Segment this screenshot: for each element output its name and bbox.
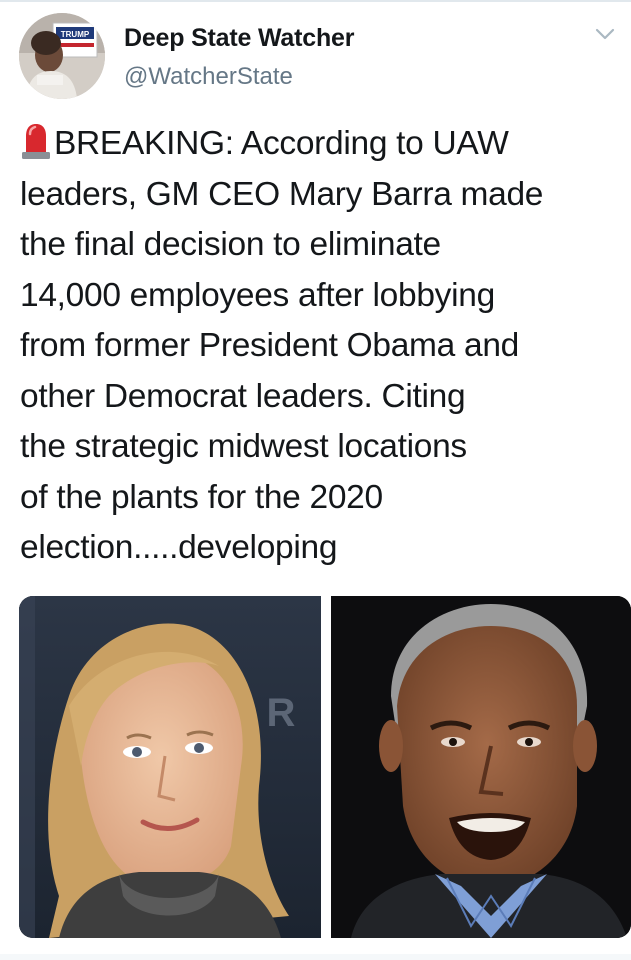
tweet-line: other Democrat leaders. Citing (20, 377, 466, 415)
tweet-line: leaders, GM CEO Mary Barra made (20, 175, 544, 213)
tweet-line: BREAKING: According to UAW (20, 119, 628, 170)
tweet-line: 14,000 employees after lobbying (20, 276, 495, 314)
top-divider (0, 0, 631, 2)
tweet-line: the strategic midwest locations (20, 428, 467, 465)
tweet-body: BREAKING: According to UAW leaders, GM C… (20, 119, 628, 574)
photo-barack-obama[interactable] (331, 596, 631, 938)
tweet-line: from former President Obama and (20, 327, 519, 364)
tweet-line-text: BREAKING: According to UAW (54, 125, 509, 162)
tweet-line: of the plants for the 2020 (20, 478, 383, 516)
tweet-media[interactable]: R (19, 596, 631, 938)
author-display-name[interactable]: Deep State Watcher (124, 24, 354, 53)
author-handle[interactable]: @WatcherState (124, 63, 293, 91)
media-divider (321, 596, 331, 938)
photo-mary-barra[interactable]: R (19, 596, 321, 938)
avatar-sign-text: TRUMP (61, 30, 90, 39)
bottom-edge (0, 954, 631, 960)
backdrop-letter: R (267, 691, 296, 735)
tweet-line: the final decision to eliminate (20, 226, 441, 263)
chevron-down-icon[interactable] (594, 26, 616, 42)
author-avatar[interactable]: TRUMP (19, 13, 105, 99)
rotating-light-icon (22, 124, 50, 159)
tweet-line: election.....developing (20, 529, 338, 566)
